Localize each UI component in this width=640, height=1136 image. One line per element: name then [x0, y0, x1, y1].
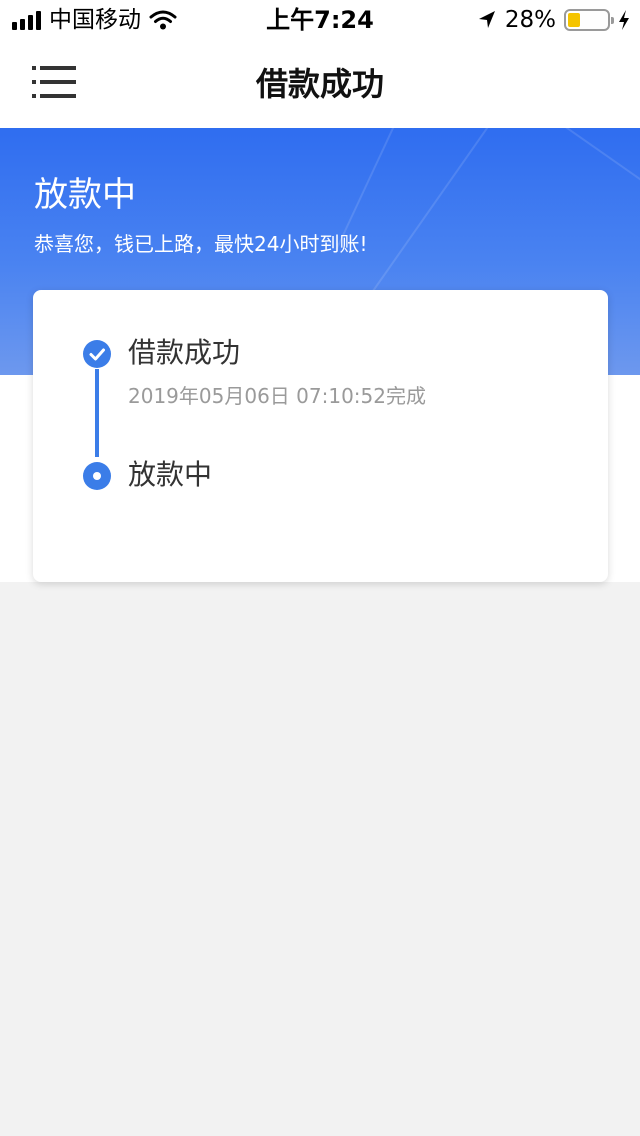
- dot-circle-icon: [83, 462, 111, 490]
- battery-nub: [611, 17, 614, 24]
- check-circle-icon: [83, 340, 111, 368]
- page-title: 借款成功: [255, 65, 384, 103]
- progress-card: 借款成功 2019年05月06日 07:10:52完成 放款中: [33, 290, 608, 582]
- timeline-connector: [95, 369, 99, 457]
- charging-icon: [618, 9, 630, 31]
- step-title-disbursing: 放款中: [128, 458, 213, 491]
- step-time-loan-success: 2019年05月06日 07:10:52完成: [128, 384, 426, 408]
- battery-percent: 28%: [504, 7, 556, 33]
- battery-fill: [568, 13, 580, 27]
- location-icon: [477, 9, 497, 31]
- hero-subtitle: 恭喜您，钱已上路，最快24小时到账!: [34, 232, 368, 256]
- nav-bar: 借款成功: [0, 40, 640, 128]
- hero-title: 放款中: [34, 175, 136, 215]
- status-right: 28%: [477, 6, 630, 34]
- page: 中国移动 上午7:24 28% 借款成功 放款中 恭喜您，钱已上路，最快24小时…: [0, 0, 640, 1136]
- step-title-loan-success: 借款成功: [128, 336, 241, 369]
- status-bar: 中国移动 上午7:24 28%: [0, 0, 640, 40]
- battery-icon: [564, 9, 614, 31]
